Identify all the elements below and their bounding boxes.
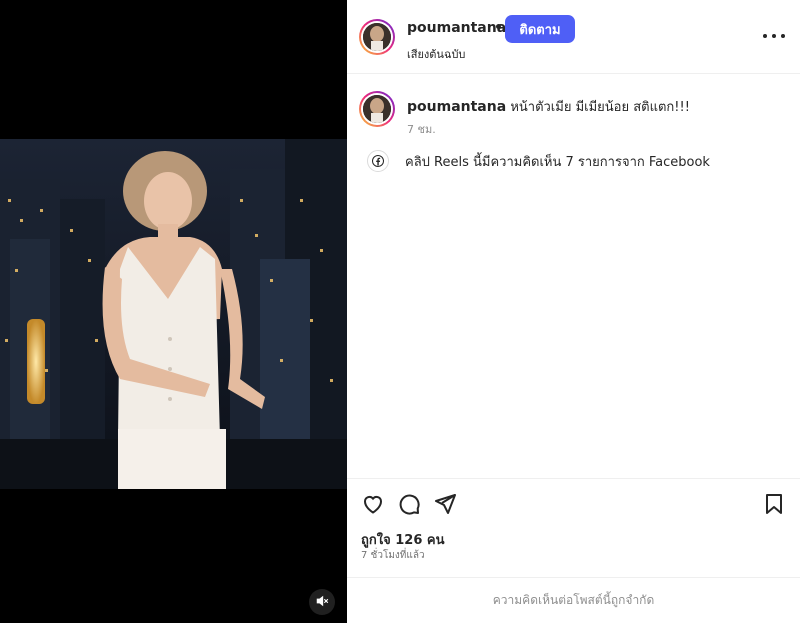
- post-caption: poumantana หน้าตัวเมีย มีเมียน้อย สติแตก…: [407, 96, 787, 117]
- caption-avatar[interactable]: [359, 91, 395, 127]
- media-pane: [0, 0, 347, 623]
- speaker-muted-icon: [315, 593, 329, 612]
- post-details-panel: poumantana • ติดตาม เสียงต้นฉบับ poumant…: [347, 0, 800, 623]
- post-timestamp[interactable]: 7 ชั่วโมงที่แล้ว: [361, 548, 425, 563]
- post-photo[interactable]: [0, 139, 347, 489]
- more-options-icon[interactable]: [763, 26, 785, 46]
- comments-restricted-notice: ความคิดเห็นต่อโพสต์นี้ถูกจำกัด: [347, 577, 800, 623]
- comment-icon[interactable]: [397, 492, 423, 518]
- photo-illustration: [0, 139, 347, 489]
- caption-timestamp[interactable]: 7 ชม.: [407, 120, 436, 138]
- facebook-note-text: คลิป Reels นี้มีความคิดเห็น 7 รายการจาก …: [405, 154, 710, 170]
- follow-button[interactable]: ติดตาม: [505, 15, 575, 43]
- bookmark-icon[interactable]: [762, 492, 788, 518]
- separator-dot: •: [494, 20, 503, 36]
- caption-text: หน้าตัวเมีย มีเมียน้อย สติแตก!!!: [510, 100, 690, 115]
- mute-toggle-button[interactable]: [309, 589, 335, 615]
- share-icon[interactable]: [433, 492, 459, 518]
- post-header: poumantana • ติดตาม เสียงต้นฉบับ: [347, 0, 800, 74]
- original-audio-link[interactable]: เสียงต้นฉบับ: [407, 45, 465, 63]
- author-username[interactable]: poumantana: [407, 20, 506, 36]
- action-bar: ถูกใจ 126 คน 7 ชั่วโมงที่แล้ว: [347, 478, 800, 578]
- author-avatar[interactable]: [359, 19, 395, 55]
- heart-icon[interactable]: [361, 492, 387, 518]
- like-count[interactable]: ถูกใจ 126 คน: [361, 529, 444, 550]
- caption-username[interactable]: poumantana: [407, 99, 506, 115]
- facebook-comments-note: คลิป Reels นี้มีความคิดเห็น 7 รายการจาก …: [367, 150, 710, 172]
- facebook-icon: [367, 150, 389, 172]
